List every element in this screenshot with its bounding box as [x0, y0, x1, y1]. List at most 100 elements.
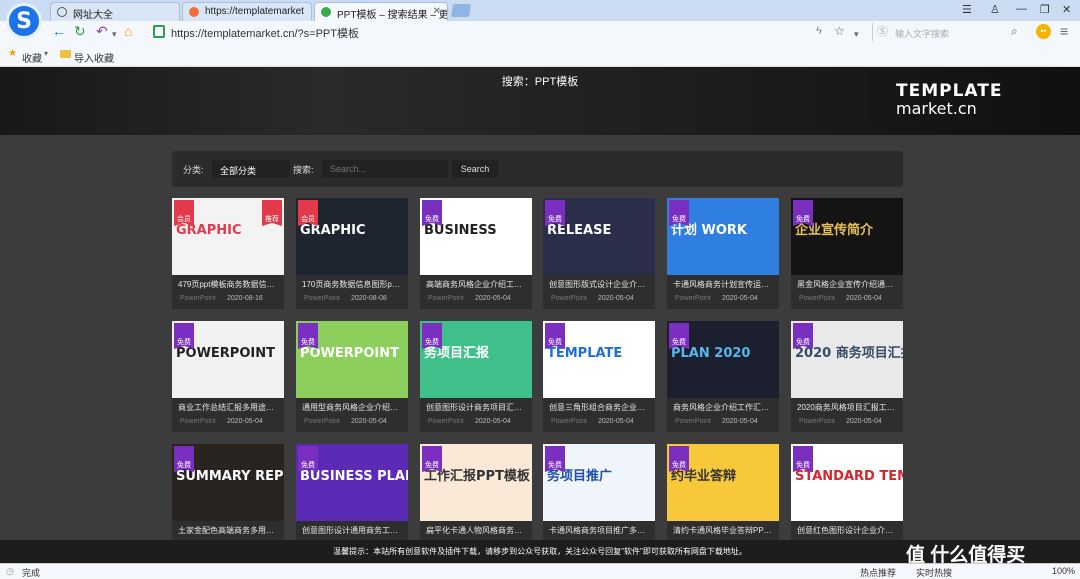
home-icon[interactable]: ⌂ — [124, 24, 132, 38]
card-title[interactable]: 创意图形版式设计企业介绍… — [549, 279, 649, 290]
template-card[interactable]: BUSINESS PLAN免费创意图形设计通用商务工作…PowerPoint20… — [296, 444, 408, 555]
browser-search-field[interactable]: Ⓢ 输入文字搜索 ⌕ — [872, 23, 1027, 41]
close-window-icon[interactable]: ✕ — [1062, 3, 1071, 16]
s-logo-icon — [189, 7, 199, 17]
price-badge: 免费 — [545, 200, 565, 226]
price-badge: 免费 — [545, 446, 565, 472]
card-title[interactable]: 扁平化卡通人物风格商务工… — [426, 525, 526, 536]
url-field[interactable]: https://templatemarket.cn/?s=PPT模板 — [145, 23, 805, 41]
card-title[interactable]: 2020商务风格项目汇报工… — [797, 402, 897, 413]
card-format: PowerPoint — [304, 418, 340, 425]
template-card[interactable]: 约毕业答辩免费清约卡通风格毕业答辩PPT…PowerPoint2020-05-0… — [667, 444, 779, 555]
price-badge: 会员 — [298, 200, 318, 226]
tab-nav-sites[interactable]: 网址大全 — [50, 2, 180, 21]
card-title[interactable]: 商业工作总结汇报多用途PP… — [178, 402, 278, 413]
card-format: PowerPoint — [304, 295, 340, 302]
maximize-icon[interactable]: ❐ — [1040, 3, 1050, 16]
template-card[interactable]: 计划 WORK 免费 卡通风格商务计划宣传运营… PowerPoint 2020-05-… — [667, 198, 779, 309]
back-icon[interactable]: ← — [52, 24, 66, 38]
template-card[interactable]: POWERPOINT 免费 商业工作总结汇报多用途PP… PowerPoint 2020… — [172, 321, 284, 432]
zoom-level[interactable]: 100% — [1052, 566, 1075, 576]
template-card[interactable]: 工作汇报PPT模板免费扁平化卡通人物风格商务工…PowerPoint2020-0… — [420, 444, 532, 555]
emoji-icon[interactable]: •• — [1036, 24, 1051, 39]
bookmark-favorites[interactable]: 收藏 — [22, 50, 42, 65]
skin-icon[interactable]: ☰ — [962, 3, 972, 16]
card-format: PowerPoint — [799, 295, 835, 302]
search-label: 搜索: — [293, 165, 314, 175]
card-title[interactable]: 通用型商务风格企业介绍工… — [302, 402, 402, 413]
template-card[interactable]: GRAPHIC 会员 推荐 479页ppt模板商务数据信… PowerPoint 2020… — [172, 198, 284, 309]
thumbnail-text: 约毕业答辩 — [671, 469, 737, 484]
status-bar: ◷ 完成 热点推荐 实时热搜 100% — [0, 563, 1080, 579]
card-title[interactable]: 479页ppt模板商务数据信… — [178, 279, 278, 290]
price-badge: 免费 — [422, 446, 442, 472]
price-badge: 免费 — [669, 446, 689, 472]
refresh-icon[interactable]: ↻ — [74, 24, 86, 38]
search-button[interactable]: Search — [452, 160, 498, 178]
undo-icon[interactable]: ↶ — [96, 24, 108, 38]
card-format: PowerPoint — [675, 418, 711, 425]
thumbnail-text: GRAPHIC — [176, 223, 242, 238]
card-title[interactable]: 创意图形设计商务项目汇报… — [426, 402, 526, 413]
template-card[interactable]: GRAPHIC 会员 170页商务数据信息图形pp… PowerPoint 2020-0… — [296, 198, 408, 309]
chevron-down-icon[interactable]: ▾ — [854, 27, 859, 41]
category-select[interactable]: 全部分类 — [212, 160, 290, 178]
url-text[interactable]: https://templatemarket.cn/?s=PPT模板 — [171, 25, 359, 41]
search-engine-icon[interactable]: Ⓢ — [877, 25, 888, 39]
card-title[interactable]: 卡通风格商务计划宣传运营… — [673, 279, 773, 290]
menu-icon[interactable]: ≡ — [1060, 24, 1068, 38]
template-card[interactable]: PLAN 2020 免费 商务风格企业介绍工作汇报… PowerPoint 2020-0… — [667, 321, 779, 432]
lightning-icon[interactable]: ϟ — [816, 24, 822, 38]
thumbnail-text: BUSINESS PLAN — [300, 469, 408, 484]
shirt-icon[interactable]: ♙ — [990, 3, 1000, 16]
card-title[interactable]: 商务风格企业介绍工作汇报… — [673, 402, 773, 413]
site-logo-domain[interactable]: market.cn — [896, 99, 977, 118]
card-title[interactable]: 创意三角形组合商务企业介… — [549, 402, 649, 413]
search-input[interactable] — [322, 160, 448, 178]
hot-recommend-link[interactable]: 热点推荐 — [860, 566, 896, 579]
card-title[interactable]: 黑金风格企业宣传介绍通用… — [797, 279, 897, 290]
tab-search-results[interactable]: PPT模板 – 搜索结果 – 更 ✕ — [314, 2, 448, 21]
card-format: PowerPoint — [551, 295, 587, 302]
template-card[interactable]: POWERPOINT 免费 通用型商务风格企业介绍工… PowerPoint 2020-… — [296, 321, 408, 432]
chevron-down-icon[interactable]: ▾ — [112, 27, 117, 41]
template-card[interactable]: 务项目推广免费卡通风格商务项目推广多用…PowerPoint2020-05-04 — [543, 444, 655, 555]
star-icon[interactable]: ☆ — [834, 24, 845, 38]
thumbnail-text: POWERPOINT — [300, 346, 399, 361]
tab-templatemarket[interactable]: https://templatemarket — [182, 2, 312, 21]
template-card[interactable]: STANDARD TEMPLATE免费创意红色图形设计企业介绍…PowerPoi… — [791, 444, 903, 555]
card-title[interactable]: 高端商务风格企业介绍工作… — [426, 279, 526, 290]
minimize-icon[interactable]: — — [1016, 3, 1027, 15]
star-icon: ★ — [8, 48, 17, 59]
price-badge: 免费 — [174, 323, 194, 349]
hot-search-link[interactable]: 实时热搜 — [916, 566, 952, 579]
site-logo[interactable]: TEMPLATE — [896, 81, 1002, 101]
card-format: PowerPoint — [428, 418, 464, 425]
template-card[interactable]: 2020 商务项目汇报 免费 2020商务风格项目汇报工… PowerPoint 202… — [791, 321, 903, 432]
card-date: 2020-05-04 — [846, 295, 882, 302]
browser-logo-icon[interactable] — [6, 3, 42, 39]
globe-icon — [57, 7, 67, 17]
template-card[interactable]: 务项目汇报 免费 创意图形设计商务项目汇报… PowerPoint 2020-05-04 — [420, 321, 532, 432]
card-title[interactable]: 170页商务数据信息图形pp… — [302, 279, 402, 290]
template-card[interactable]: BUSINESS 免费 高端商务风格企业介绍工作… PowerPoint 2020-05… — [420, 198, 532, 309]
close-icon[interactable]: ✕ — [433, 6, 441, 17]
bookmark-import[interactable]: 导入收藏 — [74, 50, 114, 65]
card-title[interactable]: 土家金配色高端商务多用途… — [178, 525, 278, 536]
recommend-badge: 推荐 — [262, 200, 282, 226]
template-card[interactable]: TEMPLATE 免费 创意三角形组合商务企业介… PowerPoint 2020-05… — [543, 321, 655, 432]
tab-label: 网址大全 — [73, 10, 113, 21]
chevron-down-icon[interactable]: ▾ — [44, 49, 48, 58]
card-date: 2020-05-04 — [475, 295, 511, 302]
card-title[interactable]: 创意图形设计通用商务工作… — [302, 525, 402, 536]
search-icon[interactable]: ⌕ — [1011, 24, 1018, 38]
thumbnail-text: POWERPOINT — [176, 346, 275, 361]
new-tab-button[interactable] — [450, 4, 472, 17]
template-card[interactable]: RELEASE 免费 创意图形版式设计企业介绍… PowerPoint 2020-05-… — [543, 198, 655, 309]
card-title[interactable]: 卡通风格商务项目推广多用… — [549, 525, 649, 536]
thumbnail-text: 2020 商务项目汇报 — [795, 346, 903, 361]
template-card[interactable]: SUMMARY REPORT免费土家金配色高端商务多用途…PowerPoint2… — [172, 444, 284, 555]
card-title[interactable]: 创意红色图形设计企业介绍… — [797, 525, 897, 536]
template-card[interactable]: 企业宣传简介 免费 黑金风格企业宣传介绍通用… PowerPoint 2020-05-0… — [791, 198, 903, 309]
card-title[interactable]: 清约卡通风格毕业答辩PPT… — [673, 525, 773, 536]
